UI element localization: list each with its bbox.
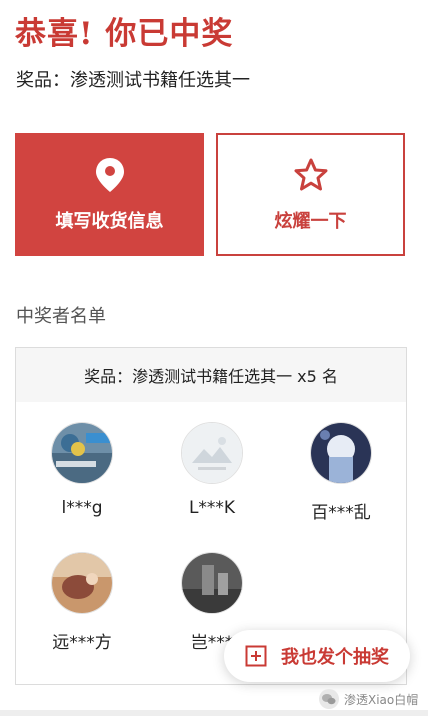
winner-item: l***g xyxy=(27,422,137,518)
plus-square-icon xyxy=(245,645,267,667)
watermark: 渗透Xiao白帽 xyxy=(318,688,418,710)
winner-name: 远***方 xyxy=(52,633,112,653)
winners-section-title: 中奖者名单 xyxy=(16,306,106,327)
page-title: 恭喜! 你已中奖 xyxy=(15,16,234,52)
prize-description: 奖品：渗透测试书籍任选其一 xyxy=(16,70,250,91)
watermark-text: 渗透Xiao白帽 xyxy=(344,692,419,707)
winner-item: 百***乱 xyxy=(286,422,396,523)
show-off-button[interactable]: 炫耀一下 xyxy=(216,133,405,256)
create-lottery-button[interactable]: 我也发个抽奖 xyxy=(224,630,410,682)
winner-name: L***K xyxy=(188,498,236,518)
winner-name: 百***乱 xyxy=(311,503,371,523)
location-pin-icon xyxy=(95,157,124,192)
avatar xyxy=(310,422,372,484)
avatar xyxy=(181,552,243,614)
star-icon xyxy=(294,158,327,190)
create-lottery-label: 我也发个抽奖 xyxy=(281,647,389,668)
fill-shipping-info-label: 填写收货信息 xyxy=(55,210,164,232)
winner-item: 远***方 xyxy=(27,552,137,653)
winners-prize-header: 奖品：渗透测试书籍任选其一 x5 名 xyxy=(16,348,406,402)
avatar xyxy=(181,422,243,484)
bottom-bar xyxy=(0,710,428,716)
fill-shipping-info-button[interactable]: 填写收货信息 xyxy=(15,133,204,256)
wechat-icon xyxy=(319,689,339,709)
show-off-label: 炫耀一下 xyxy=(274,210,347,232)
winner-name: l***g xyxy=(61,498,103,518)
winner-item: L***K xyxy=(157,422,267,518)
avatar xyxy=(51,552,113,614)
avatar xyxy=(51,422,113,484)
